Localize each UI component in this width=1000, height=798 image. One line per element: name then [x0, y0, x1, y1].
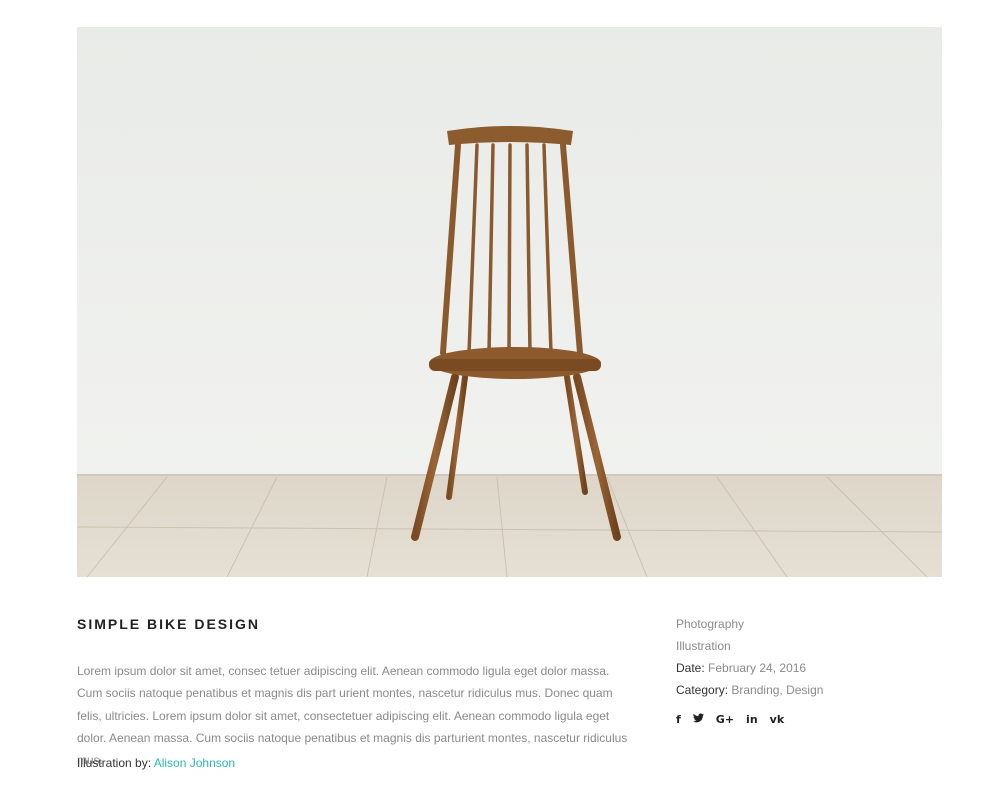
twitter-icon[interactable] [692, 713, 704, 726]
facebook-icon[interactable]: f [676, 713, 681, 726]
date-label: Date: [676, 661, 705, 675]
date-row: Date: February 24, 2016 [676, 657, 926, 679]
date-value: February 24, 2016 [708, 661, 807, 675]
credit-author-link[interactable]: Alison Johnson [154, 756, 235, 770]
project-meta: Photography Illustration Date: February … [676, 613, 926, 701]
tag-photography-link[interactable]: Photography [676, 617, 744, 631]
credit-label: Illustration by: [77, 756, 152, 770]
project-hero-image [77, 27, 942, 577]
project-title: SIMPLE BIKE DESIGN [77, 616, 261, 632]
project-description: Lorem ipsum dolor sit amet, consec tetue… [77, 664, 628, 768]
tag-illustration-link[interactable]: Illustration [676, 639, 731, 653]
category-row: Category: Branding, Design [676, 679, 926, 701]
social-share: f G+ in vk [676, 713, 796, 726]
linkedin-icon[interactable]: in [746, 713, 758, 726]
vk-icon[interactable]: vk [770, 713, 785, 726]
google-plus-icon[interactable]: G+ [716, 713, 734, 726]
chair-photo [77, 27, 942, 577]
category-value-link[interactable]: Branding, Design [731, 683, 823, 697]
category-label: Category: [676, 683, 729, 697]
illustration-credit: Illustration by: Alison Johnson [77, 756, 235, 770]
